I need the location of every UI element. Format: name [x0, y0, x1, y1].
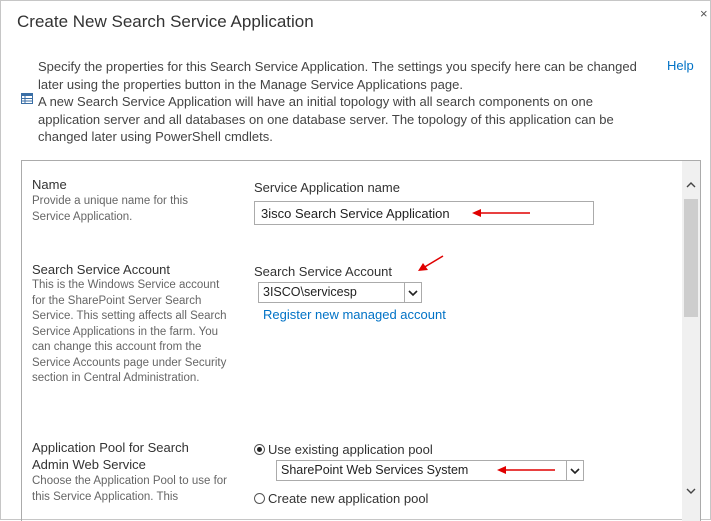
section-title-app-pool: Application Pool for Search Admin Web Se… — [32, 440, 189, 472]
section-desc-account: This is the Windows Service account for … — [32, 279, 227, 384]
chevron-down-icon[interactable] — [566, 461, 583, 480]
annotation-arrow-app-pool — [497, 466, 555, 474]
intro-text: Specify the properties for this Search S… — [38, 58, 644, 146]
use-existing-pool-option[interactable]: Use existing application pool — [254, 442, 433, 457]
scrollbar-thumb[interactable] — [684, 199, 698, 317]
help-link[interactable]: Help — [667, 58, 694, 73]
vertical-scrollbar[interactable] — [682, 161, 700, 521]
search-account-value: 3ISCO\servicesp — [263, 285, 357, 299]
use-existing-pool-radio[interactable] — [254, 444, 265, 455]
create-new-pool-label: Create new application pool — [268, 491, 429, 506]
scroll-down-icon[interactable] — [682, 483, 700, 499]
use-existing-pool-label: Use existing application pool — [268, 442, 433, 457]
dialog-title: Create New Search Service Application — [17, 12, 314, 31]
search-account-label: Search Service Account — [254, 264, 393, 279]
intro-paragraph-1: Specify the properties for this Search S… — [38, 59, 637, 92]
service-app-name-input[interactable]: 3isco Search Service Application — [254, 201, 594, 225]
create-new-pool-radio[interactable] — [254, 493, 265, 504]
service-app-name-label: Service Application name — [254, 180, 400, 195]
search-account-select[interactable]: 3ISCO\servicesp — [258, 282, 422, 303]
info-table-icon — [21, 93, 33, 104]
intro-paragraph-2: A new Search Service Application will ha… — [38, 94, 614, 144]
close-icon[interactable]: × — [700, 6, 708, 21]
scroll-up-icon[interactable] — [682, 177, 700, 193]
section-desc-name: Provide a unique name for this Service A… — [32, 195, 188, 223]
app-pool-value: SharePoint Web Services System — [281, 463, 469, 477]
settings-panel: Name Provide a unique name for this Serv… — [21, 160, 701, 521]
create-new-pool-option[interactable]: Create new application pool — [254, 491, 428, 506]
chevron-down-icon[interactable] — [404, 283, 421, 302]
section-title-account: Search Service Account — [32, 262, 171, 277]
register-managed-account-link[interactable]: Register new managed account — [263, 307, 446, 322]
annotation-arrow-account — [418, 255, 444, 271]
section-desc-app-pool: Choose the Application Pool to use for t… — [32, 475, 227, 503]
section-title-name: Name — [32, 177, 67, 192]
annotation-arrow-name — [472, 209, 530, 217]
